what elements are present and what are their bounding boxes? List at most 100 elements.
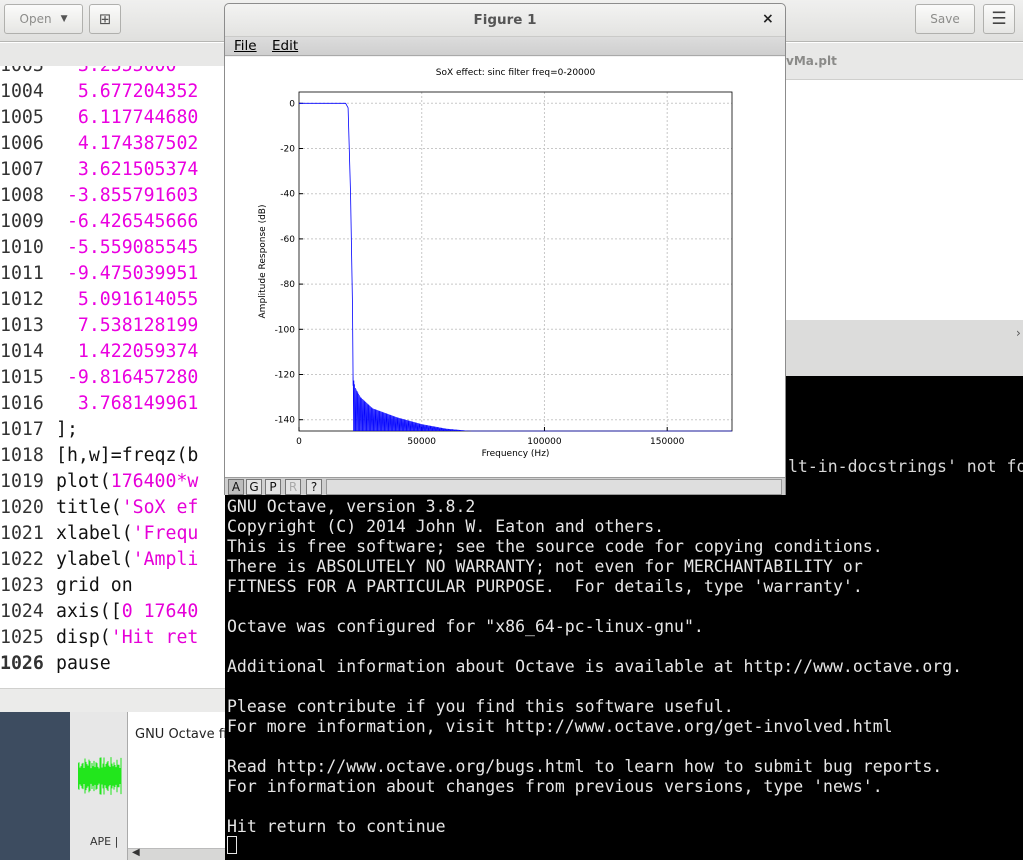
- code-line: 1009 -6.426545666: [0, 209, 198, 235]
- line-number: 1005: [0, 107, 44, 128]
- code-argument: 0 17640: [121, 601, 199, 622]
- close-icon[interactable]: ×: [762, 11, 774, 27]
- line-number: 1014: [0, 341, 44, 362]
- line-number: 1019: [0, 471, 44, 492]
- figure-window: Figure 1 × File Edit 0 50000 100000 150000 0…: [224, 3, 786, 495]
- code-line: 1020 title('SoX ef: [0, 495, 198, 521]
- rotate-button[interactable]: R: [285, 479, 301, 495]
- code-line: 1019 plot(176400*w: [0, 469, 198, 495]
- code-line: 1025 disp('Hit ret: [0, 625, 198, 651]
- code-line: 1018 [h,w]=freqz(b: [0, 443, 198, 469]
- code-text: -9.816457280: [56, 367, 199, 388]
- code-line: 1016 3.768149961: [0, 391, 198, 417]
- audio-editor-panel: APE |: [70, 712, 128, 860]
- x-tick-label: 100000: [527, 437, 562, 447]
- chevron-down-icon: ▼: [60, 14, 68, 24]
- code-line: 1006 4.174387502: [0, 131, 198, 157]
- code-line: 1021 xlabel('Frequ: [0, 521, 198, 547]
- code-line: 1013 7.538128199: [0, 313, 198, 339]
- code-line: 1026 pause: [0, 651, 111, 677]
- y-tick-label: 0: [289, 99, 295, 109]
- grid-toggle-button[interactable]: G: [246, 479, 262, 495]
- y-axis-label: Amplitude Response (dB): [258, 205, 268, 319]
- hamburger-menu-icon: ☰: [991, 9, 1007, 29]
- menu-edit[interactable]: Edit: [272, 38, 298, 54]
- notification-popup[interactable]: GNU Octave fi: [128, 712, 225, 848]
- code-keyword: axis([: [56, 601, 122, 622]
- code-keyword: plot(: [56, 471, 111, 492]
- y-tick-label: -40: [280, 190, 295, 200]
- code-line: 1011 -9.475039951: [0, 261, 198, 287]
- code-text: -6.426545666: [56, 211, 199, 232]
- line-number: 1008: [0, 185, 44, 206]
- code-text: 3.621505374: [56, 159, 199, 180]
- scroll-left-icon[interactable]: ◀: [132, 847, 140, 858]
- save-button[interactable]: Save: [915, 4, 975, 34]
- editor-bottom-panel: [786, 320, 1023, 376]
- x-axis-label: Frequency (Hz): [482, 449, 550, 459]
- terminal-cursor: [227, 836, 237, 854]
- series-line-passband: [299, 102, 354, 386]
- terminal-line: Copyright (C) 2014 John W. Eaton and oth…: [227, 517, 665, 536]
- horizontal-scrollbar[interactable]: ◀: [128, 847, 225, 860]
- code-line: 1004 5.677204352: [0, 79, 198, 105]
- line-number: 1024: [0, 601, 44, 622]
- x-tick-label: 150000: [650, 437, 685, 447]
- code-keyword: disp(: [56, 627, 111, 648]
- code-text: -9.475039951: [56, 263, 199, 284]
- tab-file[interactable]: vMa.plt: [786, 54, 837, 68]
- code-line: 1010 -5.559085545: [0, 235, 198, 261]
- code-line: 1014 1.422059374: [0, 339, 198, 365]
- menu-file[interactable]: File: [234, 38, 257, 54]
- code-line: 1005 6.117744680: [0, 105, 198, 131]
- line-number: 1015: [0, 367, 44, 388]
- pan-button[interactable]: P: [265, 479, 281, 495]
- autoscale-button[interactable]: A: [228, 479, 244, 495]
- new-document-icon: ⊞: [98, 10, 112, 28]
- x-tick-label: 50000: [407, 437, 436, 447]
- y-tick-label: -100: [275, 325, 296, 335]
- y-tick-label: -120: [275, 371, 296, 381]
- overflow-icon: ›: [1016, 326, 1021, 340]
- line-number: 1013: [0, 315, 44, 336]
- terminal-partial-line: lt-in-docstrings' not fo: [788, 457, 1023, 476]
- open-button[interactable]: Open ▼: [4, 4, 83, 34]
- code-text: -5.559085545: [56, 237, 199, 258]
- x-tick-label: 0: [296, 437, 302, 447]
- line-number: 1004: [0, 81, 44, 102]
- terminal-line: Hit return to continue: [227, 817, 446, 836]
- terminal-line: Please contribute if you find this softw…: [227, 697, 734, 716]
- figure-status-field: [326, 479, 782, 495]
- new-tab-button[interactable]: ⊞: [89, 4, 121, 34]
- line-number: 1020: [0, 497, 44, 518]
- code-keyword: pause: [56, 653, 111, 674]
- line-number: 1012: [0, 289, 44, 310]
- line-number: 1021: [0, 523, 44, 544]
- open-button-label: Open: [19, 12, 52, 26]
- code-line: 1007 3.621505374: [0, 157, 198, 183]
- code-text: 6.117744680: [56, 107, 199, 128]
- plot-area[interactable]: 0 50000 100000 150000 0 -20 -40 -60 -80 -100 -120 -…: [225, 57, 785, 477]
- line-number: 1025: [0, 627, 44, 648]
- terminal-line: There is ABSOLUTELY NO WARRANTY; not eve…: [227, 557, 863, 576]
- code-argument: 176400*w: [110, 471, 199, 492]
- audio-format-label: APE |: [90, 835, 119, 848]
- terminal-line: GNU Octave, version 3.8.2: [227, 497, 476, 516]
- line-number: 1011: [0, 263, 44, 284]
- code-text: -3.855791603: [56, 185, 199, 206]
- chart-title: SoX effect: sinc filter freq=0-20000: [436, 68, 596, 78]
- desktop-background: [0, 712, 70, 860]
- series-line-stopband: [352, 376, 471, 432]
- hamburger-menu-button[interactable]: ☰: [983, 4, 1015, 34]
- notification-text: GNU Octave fi: [135, 727, 225, 742]
- editor-text-area-right[interactable]: [786, 80, 1023, 320]
- line-number: 1016: [0, 393, 44, 414]
- y-tick-label: -20: [280, 145, 295, 155]
- terminal-line: This is free software; see the source co…: [227, 537, 883, 556]
- figure-titlebar[interactable]: Figure 1 ×: [225, 4, 785, 37]
- code-view[interactable]: 1003 3.25550001004 5.6772043521005 6.117…: [0, 66, 225, 688]
- line-number: 1026: [0, 653, 44, 674]
- help-button[interactable]: ?: [306, 479, 322, 495]
- terminal-line: Additional information about Octave is a…: [227, 657, 963, 676]
- editor-statusbar: [0, 688, 225, 712]
